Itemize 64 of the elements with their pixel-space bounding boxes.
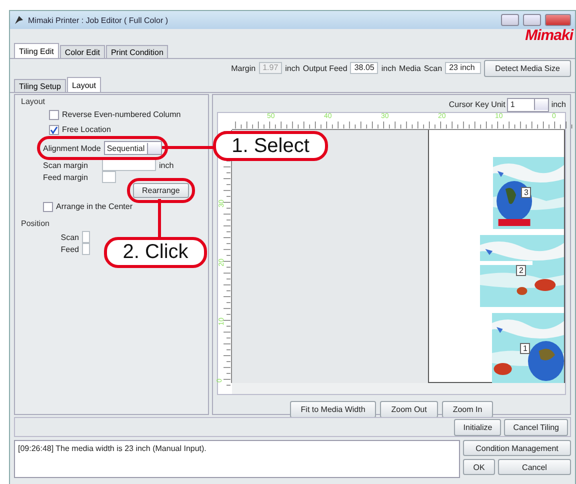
field-label: Scan <box>60 232 79 242</box>
highlight-ring <box>127 178 195 202</box>
cursor-key-unit-dropdown[interactable]: 1 <box>507 98 550 112</box>
tab[interactable]: Print Condition <box>106 45 168 58</box>
checkbox[interactable] <box>49 124 59 134</box>
tiling-button[interactable]: Initialize <box>454 418 502 436</box>
tab[interactable]: Color Edit <box>60 45 105 58</box>
unit-label: inch <box>285 64 300 72</box>
unit-label: inch <box>551 100 566 109</box>
media-scan-field[interactable]: 23 inch <box>445 62 482 74</box>
leader-line <box>158 199 161 238</box>
tile-number: 2 <box>516 265 526 276</box>
callout-bubble: 1. Select <box>213 131 328 161</box>
window-title: Mimaki Printer : Job Editor ( Full Color ) <box>28 16 170 24</box>
field-label: Media <box>399 64 421 72</box>
checkbox-label: Reverse Even-numbered Column <box>62 110 181 119</box>
checkbox-label: Arrange in the Center <box>56 202 132 211</box>
field-label: Cursor Key Unit <box>448 100 506 109</box>
tab[interactable]: Tiling Edit <box>14 43 59 58</box>
zoom-button[interactable]: Zoom Out <box>380 401 438 418</box>
field-label: Output Feed <box>302 64 348 72</box>
group-title: Position <box>21 219 50 228</box>
zoom-button[interactable]: Fit to Media Width <box>290 401 376 418</box>
scan-margin-field[interactable] <box>102 159 156 171</box>
field-label: Feed margin <box>43 172 89 182</box>
unit-label: inch <box>159 160 174 170</box>
field-label: Margin <box>231 64 256 72</box>
group-title: Layout <box>21 96 46 106</box>
tab[interactable]: Layout <box>66 77 101 92</box>
field-label: Feed <box>60 244 79 254</box>
tile[interactable]: 1 <box>492 313 564 383</box>
field-label: Scan margin <box>43 160 89 170</box>
close-button[interactable] <box>545 14 571 26</box>
tiling-button[interactable]: Cancel Tiling <box>504 418 568 436</box>
alignment-mode-dropdown[interactable]: Sequential <box>104 141 162 155</box>
tile[interactable]: 3 <box>493 157 564 231</box>
message-log: [09:26:48] The media width is 23 inch (Manual Input). <box>14 440 460 478</box>
checkbox[interactable] <box>43 202 53 212</box>
detect-media-size-button[interactable]: Detect Media Size <box>484 60 571 76</box>
cancel-button[interactable]: Cancel <box>498 459 571 475</box>
field-label: Scan <box>424 64 442 72</box>
position-field[interactable] <box>82 243 90 255</box>
feed-margin-field[interactable] <box>102 171 116 183</box>
condition-management-button[interactable]: Condition Management <box>463 440 571 456</box>
tile-number: 3 <box>521 187 532 198</box>
rearrange-button[interactable]: Rearrange <box>133 182 189 198</box>
horizontal-scrollbar[interactable] <box>232 383 565 394</box>
zoom-button[interactable]: Zoom In <box>442 401 494 418</box>
checkbox[interactable] <box>49 110 59 120</box>
tile[interactable]: 2 <box>480 235 564 309</box>
app-icon <box>14 15 24 25</box>
output-feed-field[interactable]: 38.05 <box>350 62 378 74</box>
tile-number: 1 <box>520 343 530 354</box>
maximize-button[interactable] <box>523 14 541 26</box>
tab[interactable]: Tiling Setup <box>14 79 66 92</box>
position-field[interactable] <box>82 231 90 243</box>
brand-logo: Mimaki <box>525 29 573 43</box>
minimize-button[interactable] <box>501 14 519 26</box>
leader-line <box>162 146 214 149</box>
callout-bubble: 2. Click <box>104 237 207 268</box>
ok-button[interactable]: OK <box>463 459 495 475</box>
checkbox-label: Free Location <box>62 125 111 134</box>
unit-label: inch <box>381 64 396 72</box>
field-label: Alignment Mode <box>43 144 101 152</box>
